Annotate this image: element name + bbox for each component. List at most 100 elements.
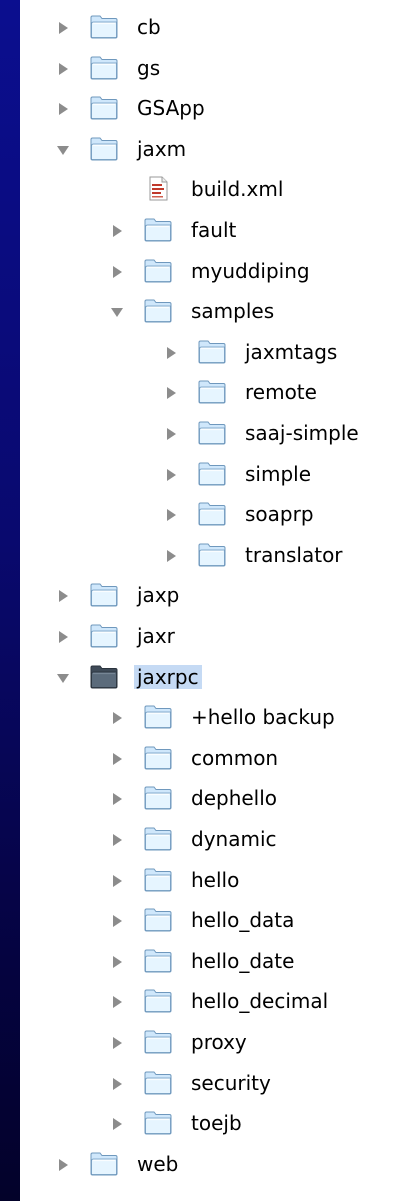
folder-item-jaxmtags[interactable]: jaxmtags xyxy=(20,338,406,364)
folder-item-security[interactable]: security xyxy=(20,1069,406,1095)
disclosure-triangle-down-icon[interactable] xyxy=(56,142,70,156)
folder-icon xyxy=(90,55,118,80)
disclosure-triangle-right-icon[interactable] xyxy=(110,223,124,237)
folder-item-fault[interactable]: fault xyxy=(20,216,406,242)
disclosure-triangle-down-icon[interactable] xyxy=(110,304,124,318)
disclosure-triangle-right-icon[interactable] xyxy=(56,588,70,602)
folder-item-dynamic[interactable]: dynamic xyxy=(20,825,406,851)
disclosure-triangle-right-icon[interactable] xyxy=(110,913,124,927)
folder-item-translator[interactable]: translator xyxy=(20,541,406,567)
folder-item-simple[interactable]: simple xyxy=(20,460,406,486)
disclosure-triangle-right-icon[interactable] xyxy=(110,832,124,846)
disclosure-triangle-right-icon[interactable] xyxy=(56,20,70,34)
folder-icon xyxy=(144,1029,172,1054)
folder-icon xyxy=(90,136,118,161)
disclosure-triangle-right-icon[interactable] xyxy=(110,1076,124,1090)
item-label: proxy xyxy=(191,1030,247,1054)
folder-item-jaxp[interactable]: jaxp xyxy=(20,581,406,607)
disclosure-triangle-right-icon[interactable] xyxy=(164,548,178,562)
folder-item-hello-data[interactable]: hello_data xyxy=(20,906,406,932)
item-label: myuddiping xyxy=(191,259,310,283)
item-label: simple xyxy=(245,462,312,486)
folder-item-proxy[interactable]: proxy xyxy=(20,1028,406,1054)
file-item-build-xml[interactable]: build.xml xyxy=(20,175,406,201)
folder-item-samples[interactable]: samples xyxy=(20,297,406,323)
item-label: gs xyxy=(137,56,161,80)
disclosure-triangle-right-icon[interactable] xyxy=(56,629,70,643)
file-browser-panel: cb gs GSApp jaxm build.xml fault myuddip… xyxy=(20,0,406,1201)
folder-item-jaxm[interactable]: jaxm xyxy=(20,135,406,161)
item-label: web xyxy=(137,1152,179,1176)
folder-item-dephello[interactable]: dephello xyxy=(20,784,406,810)
folder-item-myuddiping[interactable]: myuddiping xyxy=(20,257,406,283)
disclosure-triangle-right-icon[interactable] xyxy=(56,101,70,115)
folder-item-gsapp[interactable]: GSApp xyxy=(20,94,406,120)
folder-item-hello[interactable]: hello xyxy=(20,866,406,892)
disclosure-triangle-right-icon[interactable] xyxy=(110,264,124,278)
folder-icon xyxy=(144,907,172,932)
item-label: saaj-simple xyxy=(245,421,359,445)
item-label: common xyxy=(191,746,279,770)
item-label: hello_decimal xyxy=(191,989,329,1013)
item-label: toejb xyxy=(191,1111,242,1135)
folder-icon xyxy=(144,988,172,1013)
folder-icon xyxy=(90,14,118,39)
folder-item-common[interactable]: common xyxy=(20,744,406,770)
disclosure-triangle-down-icon[interactable] xyxy=(56,670,70,684)
disclosure-triangle-right-icon[interactable] xyxy=(110,791,124,805)
folder-item-hello-decimal[interactable]: hello_decimal xyxy=(20,987,406,1013)
item-label: security xyxy=(191,1071,271,1095)
disclosure-triangle-right-icon[interactable] xyxy=(110,994,124,1008)
folder-icon xyxy=(90,95,118,120)
folder-icon xyxy=(198,501,226,526)
disclosure-triangle-right-icon[interactable] xyxy=(164,507,178,521)
item-label: fault xyxy=(191,218,237,242)
disclosure-triangle-right-icon[interactable] xyxy=(110,710,124,724)
folder-item-jaxrpc[interactable]: jaxrpc xyxy=(20,663,406,689)
disclosure-triangle-right-icon[interactable] xyxy=(110,954,124,968)
folder-icon xyxy=(198,461,226,486)
disclosure-triangle-right-icon[interactable] xyxy=(164,426,178,440)
folder-icon xyxy=(144,867,172,892)
folder-icon xyxy=(144,785,172,810)
folder-item-web[interactable]: web xyxy=(20,1150,406,1176)
item-label: jaxm xyxy=(137,137,187,161)
folder-item-toejb[interactable]: toejb xyxy=(20,1109,406,1135)
item-label: samples xyxy=(191,299,275,323)
folder-icon xyxy=(198,339,226,364)
folder-icon xyxy=(90,623,118,648)
folder-item-cb[interactable]: cb xyxy=(20,13,406,39)
folder-icon xyxy=(144,704,172,729)
folder-item-saaj-simple[interactable]: saaj-simple xyxy=(20,419,406,445)
folder-item-hello-date[interactable]: hello_date xyxy=(20,947,406,973)
disclosure-triangle-right-icon[interactable] xyxy=(110,751,124,765)
disclosure-triangle-right-icon[interactable] xyxy=(164,385,178,399)
folder-item-remote[interactable]: remote xyxy=(20,378,406,404)
folder-item-soaprp[interactable]: soaprp xyxy=(20,500,406,526)
disclosure-triangle-right-icon[interactable] xyxy=(56,1157,70,1171)
disclosure-triangle-right-icon[interactable] xyxy=(110,1035,124,1049)
item-label: jaxrpc xyxy=(134,665,202,689)
folder-icon xyxy=(198,542,226,567)
disclosure-triangle-right-icon[interactable] xyxy=(164,345,178,359)
disclosure-triangle-right-icon[interactable] xyxy=(56,61,70,75)
disclosure-triangle-right-icon[interactable] xyxy=(110,873,124,887)
folder-item-jaxr[interactable]: jaxr xyxy=(20,622,406,648)
disclosure-triangle-right-icon[interactable] xyxy=(110,1116,124,1130)
xml-file-icon xyxy=(144,176,172,201)
item-label: dephello xyxy=(191,786,278,810)
folder-icon xyxy=(144,826,172,851)
item-label: hello xyxy=(191,868,240,892)
folder-icon xyxy=(90,664,118,689)
folder-item-hello-backup[interactable]: +hello backup xyxy=(20,703,406,729)
item-label: hello_data xyxy=(191,908,295,932)
folder-item-gs[interactable]: gs xyxy=(20,54,406,80)
disclosure-triangle-right-icon[interactable] xyxy=(164,467,178,481)
folder-icon xyxy=(144,745,172,770)
folder-icon xyxy=(198,420,226,445)
item-label: +hello backup xyxy=(191,705,335,729)
folder-icon xyxy=(90,582,118,607)
folder-icon xyxy=(144,1070,172,1095)
item-label: translator xyxy=(245,543,343,567)
folder-icon xyxy=(144,258,172,283)
